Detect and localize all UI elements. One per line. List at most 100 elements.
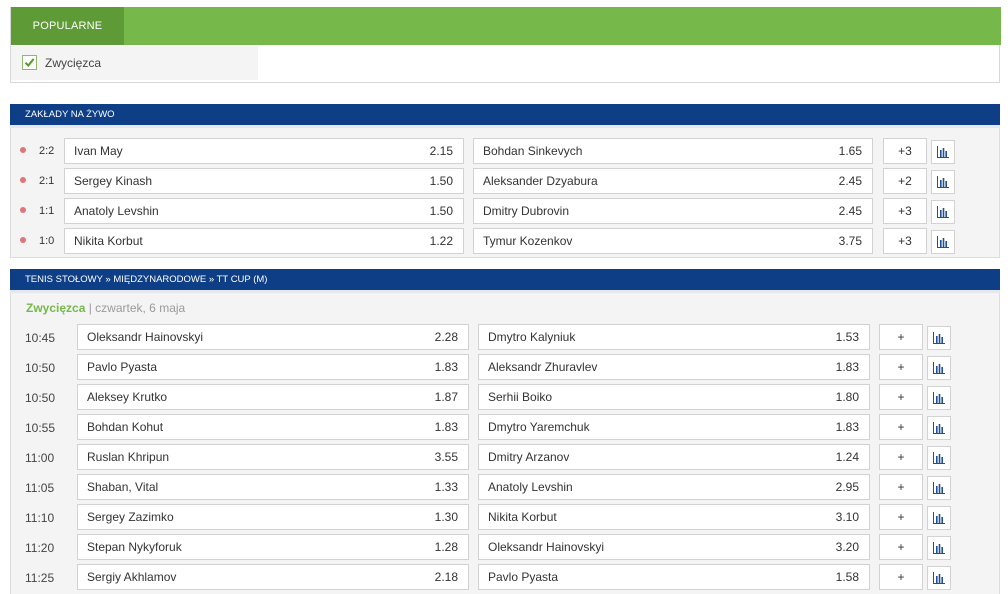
bar-chart-icon: [933, 362, 945, 374]
match-row: 10:50 Aleksey Krutko 1.87 Serhii Boiko 1.80 +: [11, 384, 999, 414]
away-odds-button[interactable]: Dmytro Yaremchuk 1.83: [478, 414, 870, 440]
more-markets-button[interactable]: +: [879, 384, 923, 410]
match-row: 10:50 Pavlo Pyasta 1.83 Aleksandr Zhuravlev…: [11, 354, 999, 384]
statistics-button[interactable]: [927, 326, 951, 350]
popular-header-bar: POPULARNE: [11, 7, 1001, 45]
bar-chart-icon: [933, 422, 945, 434]
home-odds-button[interactable]: Aleksey Krutko 1.87: [77, 384, 469, 410]
match-time: 11:25: [25, 571, 55, 585]
away-odds-button[interactable]: Dmytro Kalyniuk 1.53: [478, 324, 870, 350]
home-odds-button[interactable]: Pavlo Pyasta 1.83: [77, 354, 469, 380]
home-odds-button[interactable]: Stepan Nykyforuk 1.28: [77, 534, 469, 560]
statistics-button[interactable]: [931, 140, 955, 164]
winner-filter-label: Zwycięzca: [45, 56, 102, 70]
match-row: 11:05 Shaban, Vital 1.33 Anatoly Levshin 2.9…: [11, 474, 999, 504]
bar-chart-icon: [937, 146, 949, 158]
bar-chart-icon: [933, 572, 945, 584]
live-match-row: 2:2 Ivan May 2.15 Bohdan Sinkevych 1.65 +3: [11, 138, 999, 168]
home-odd-value: 2.15: [429, 144, 453, 158]
match-row: 11:00 Ruslan Khripun 3.55 Dmitry Arzanov 1.2…: [11, 444, 999, 474]
away-odd-value: 3.10: [835, 510, 859, 524]
live-dot-icon: [20, 147, 26, 153]
home-odds-button[interactable]: Ivan May 2.15: [64, 138, 464, 164]
away-odds-button[interactable]: Dmitry Arzanov 1.24: [478, 444, 870, 470]
more-markets-button[interactable]: +: [879, 474, 923, 500]
away-odds-button[interactable]: Anatoly Levshin 2.95: [478, 474, 870, 500]
away-odds-button[interactable]: Dmitry Dubrovin 2.45: [473, 198, 873, 224]
match-score: 2:2: [39, 145, 55, 157]
home-odds-button[interactable]: Ruslan Khripun 3.55: [77, 444, 469, 470]
bar-chart-icon: [933, 482, 945, 494]
home-odds-button[interactable]: Nikita Korbut 1.22: [64, 228, 464, 254]
away-odds-button[interactable]: Nikita Korbut 3.10: [478, 504, 870, 530]
match-score: 2:1: [39, 175, 55, 187]
more-markets-button[interactable]: +: [879, 534, 923, 560]
statistics-button[interactable]: [927, 536, 951, 560]
away-odds-button[interactable]: Oleksandr Hainovskyi 3.20: [478, 534, 870, 560]
more-markets-button[interactable]: +3: [883, 228, 927, 254]
more-markets-button[interactable]: +3: [883, 198, 927, 224]
statistics-button[interactable]: [927, 446, 951, 470]
bar-chart-icon: [933, 542, 945, 554]
statistics-button[interactable]: [927, 416, 951, 440]
statistics-button[interactable]: [927, 566, 951, 590]
more-markets-button[interactable]: +: [879, 354, 923, 380]
home-odds-button[interactable]: Oleksandr Hainovskyi 2.28: [77, 324, 469, 350]
market-label[interactable]: Zwycięzca: [26, 301, 85, 315]
home-odd-value: 1.50: [429, 174, 453, 188]
home-odds-button[interactable]: Sergey Zazimko 1.30: [77, 504, 469, 530]
statistics-button[interactable]: [931, 170, 955, 194]
away-player-name: Oleksandr Hainovskyi: [488, 540, 605, 554]
away-player-name: Dmitry Arzanov: [488, 450, 570, 464]
match-time: 11:05: [25, 481, 55, 495]
more-markets-button[interactable]: +: [879, 504, 923, 530]
away-odd-value: 1.83: [835, 360, 859, 374]
away-player-name: Dmytro Kalyniuk: [488, 330, 576, 344]
home-odd-value: 1.30: [434, 510, 458, 524]
home-odds-button[interactable]: Anatoly Levshin 1.50: [64, 198, 464, 224]
live-bets-header: ZAKŁADY NA ŻYWO: [10, 104, 1000, 128]
more-markets-button[interactable]: +: [879, 444, 923, 470]
away-player-name: Nikita Korbut: [488, 510, 557, 524]
home-player-name: Stepan Nykyforuk: [87, 540, 182, 554]
more-markets-button[interactable]: +: [879, 414, 923, 440]
more-markets-button[interactable]: +2: [883, 168, 927, 194]
statistics-button[interactable]: [927, 356, 951, 380]
home-odds-button[interactable]: Sergey Kinash 1.50: [64, 168, 464, 194]
away-odds-button[interactable]: Aleksandr Zhuravlev 1.83: [478, 354, 870, 380]
statistics-button[interactable]: [927, 386, 951, 410]
away-odd-value: 2.45: [838, 204, 862, 218]
statistics-button[interactable]: [927, 506, 951, 530]
away-odds-button[interactable]: Tymur Kozenkov 3.75: [473, 228, 873, 254]
tab-popular[interactable]: POPULARNE: [11, 7, 124, 45]
home-player-name: Bohdan Kohut: [87, 420, 164, 434]
match-time: 11:10: [25, 511, 55, 525]
winner-checkbox[interactable]: [22, 55, 37, 70]
popular-panel: POPULARNE Zwycięzca: [10, 7, 1001, 83]
away-odd-value: 1.24: [835, 450, 859, 464]
away-odds-button[interactable]: Aleksander Dzyabura 2.45: [473, 168, 873, 194]
away-player-name: Dmytro Yaremchuk: [488, 420, 590, 434]
home-odds-button[interactable]: Shaban, Vital 1.33: [77, 474, 469, 500]
home-odds-button[interactable]: Bohdan Kohut 1.83: [77, 414, 469, 440]
away-odds-button[interactable]: Bohdan Sinkevych 1.65: [473, 138, 873, 164]
match-date: czwartek, 6 maja: [95, 301, 186, 315]
away-odds-button[interactable]: Pavlo Pyasta 1.58: [478, 564, 870, 590]
home-player-name: Oleksandr Hainovskyi: [87, 330, 204, 344]
match-time: 10:50: [25, 361, 56, 375]
away-odds-button[interactable]: Serhii Boiko 1.80: [478, 384, 870, 410]
statistics-button[interactable]: [927, 476, 951, 500]
statistics-button[interactable]: [931, 200, 955, 224]
more-markets-button[interactable]: +: [879, 564, 923, 590]
more-markets-button[interactable]: +3: [883, 138, 927, 164]
away-odd-value: 1.80: [835, 390, 859, 404]
home-odd-value: 1.87: [434, 390, 458, 404]
match-time: 11:00: [25, 451, 55, 465]
popular-filter-row[interactable]: Zwycięzca: [11, 46, 258, 80]
more-markets-button[interactable]: +: [879, 324, 923, 350]
statistics-button[interactable]: [931, 230, 955, 254]
match-time: 10:50: [25, 391, 56, 405]
home-odds-button[interactable]: Sergiy Akhlamov 2.18: [77, 564, 469, 590]
away-player-name: Aleksandr Zhuravlev: [488, 360, 598, 374]
competition-header: TENIS STOŁOWY » MIĘDZYNARODOWE » TT CUP …: [10, 269, 1000, 293]
